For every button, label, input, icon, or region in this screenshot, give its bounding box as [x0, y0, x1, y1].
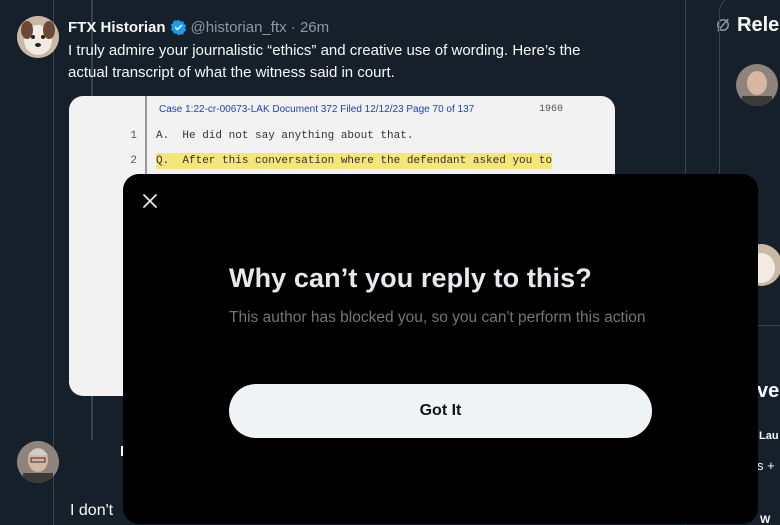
- tweet-text: I truly admire your journalistic “ethics…: [68, 42, 581, 81]
- sidebar-trend-meta: s +: [757, 458, 775, 473]
- line-number: 2: [130, 155, 137, 167]
- close-icon: [141, 192, 159, 215]
- transcript-line: 1 A. He did not say anything about that.: [69, 128, 615, 144]
- transcript-header: Case 1:22-cr-00673-LAK Document 372 File…: [159, 104, 475, 115]
- close-button[interactable]: [135, 188, 165, 218]
- author-name[interactable]: FTX Historian: [68, 19, 166, 36]
- got-it-button[interactable]: Got It: [229, 384, 652, 438]
- transcript-page-number: 1960: [538, 104, 563, 115]
- sidebar-trend-name[interactable]: Lau: [759, 430, 779, 442]
- relevant-people-title: Rele: [737, 14, 780, 36]
- dialog-title: Why can’t you reply to this?: [229, 263, 592, 293]
- line-number: 1: [130, 130, 137, 142]
- line-text: A. He did not say anything about that.: [156, 130, 414, 142]
- verified-badge-icon: [170, 19, 187, 36]
- tweet-header: FTX Historian @historian_ftx · 26m: [68, 16, 764, 38]
- author-handle-time[interactable]: @historian_ftx · 26m: [191, 19, 330, 36]
- dialog-body: This author has blocked you, so you can'…: [229, 309, 646, 326]
- transcript-line: 2 Q. After this conversation where the d…: [69, 153, 615, 169]
- blocked-reply-dialog: Why can’t you reply to this? This author…: [123, 174, 758, 524]
- line-text-highlighted: Q. After this conversation where the def…: [156, 153, 553, 169]
- reply-text: I don't: [70, 502, 114, 519]
- sidebar-section-title: ve: [757, 380, 780, 402]
- author-avatar[interactable]: [17, 16, 59, 58]
- sidebar-trend-fragment: W: [760, 514, 771, 525]
- relevant-person-avatar[interactable]: [736, 64, 778, 106]
- reply-avatar[interactable]: [17, 441, 59, 483]
